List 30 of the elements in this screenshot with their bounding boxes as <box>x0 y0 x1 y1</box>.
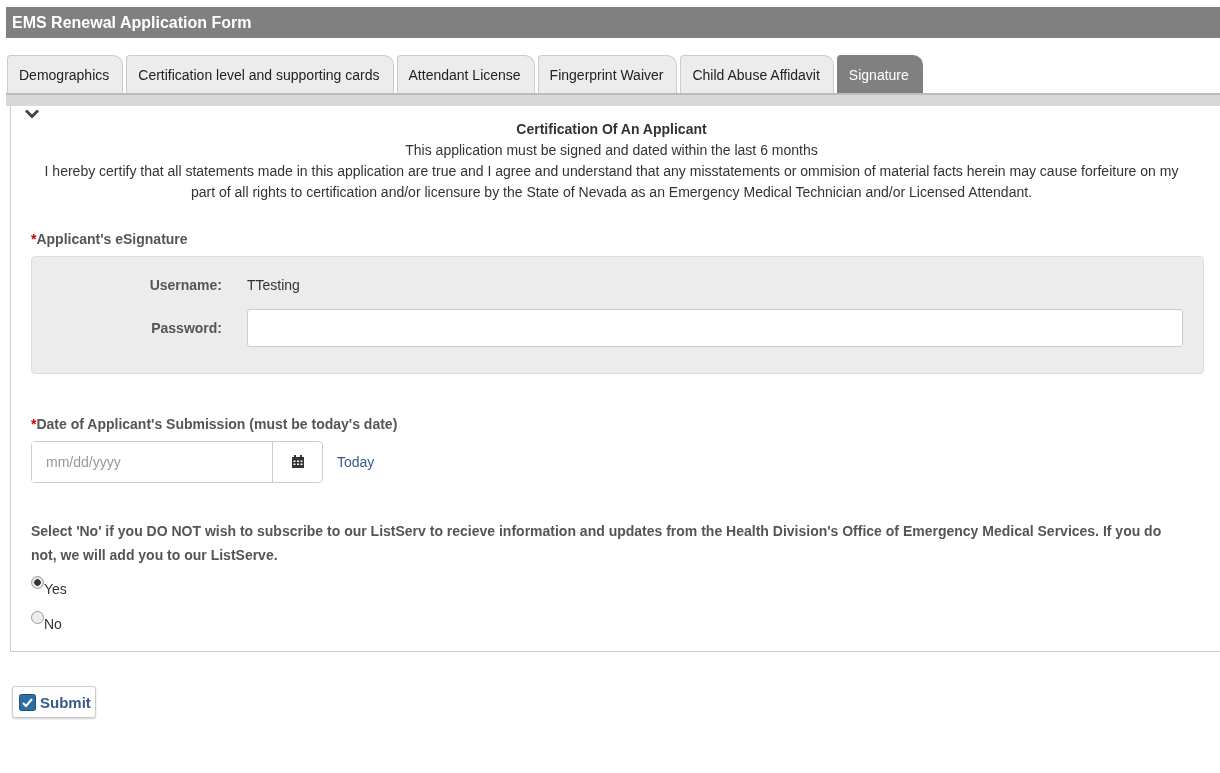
tab[interactable]: Signature <box>836 55 923 93</box>
tab[interactable]: Demographics <box>7 55 124 93</box>
calendar-button[interactable] <box>272 442 322 482</box>
listserv-question: Select 'No' if you DO NOT wish to subscribe to our ListServ to recieve information and updates from the Health Division's Office of Emergency Medical Services. If you do not, we will add you to our ListServe. <box>31 522 1163 565</box>
today-link[interactable]: Today <box>337 454 375 470</box>
calendar-icon <box>290 455 305 469</box>
chevron-down-icon[interactable] <box>25 109 39 119</box>
radio-button[interactable] <box>31 611 44 624</box>
form-title-bar: EMS Renewal Application Form <box>6 7 1220 38</box>
username-value: TTesting <box>247 277 300 293</box>
field-label: Date of Applicant's Submission (must be today's date) <box>36 416 398 432</box>
radio-label: Yes <box>44 580 67 597</box>
radio-label: No <box>44 615 62 632</box>
tab[interactable]: Fingerprint Waiver <box>537 55 678 93</box>
password-field[interactable] <box>247 309 1183 347</box>
field-label: Password: <box>150 320 222 336</box>
required-mark: * <box>31 416 37 432</box>
submit-button[interactable]: Submit <box>12 686 96 718</box>
certification-statement: I hereby certify that all statements made in this application are true and I agree and understand that any misstatements or ommision of material facts herein may cause forfeiture on my part of all rights to certification and/or licensure by the State of Nevada as an Emergency Medical Technician and/or Licensed Attendant. <box>43 162 1180 202</box>
checkbox-icon <box>19 694 36 711</box>
radio-button[interactable] <box>31 576 44 589</box>
tab[interactable]: Child Abuse Affidavit <box>680 55 834 93</box>
section-subheading: This application must be signed and dated within the last 6 months <box>404 141 819 160</box>
field-label: Username: <box>148 277 222 293</box>
tab[interactable]: Attendant License <box>396 55 535 93</box>
section-heading: Certification Of An Applicant <box>515 120 708 139</box>
field-label: Applicant's eSignature <box>36 231 188 247</box>
required-mark: * <box>31 231 37 247</box>
date-picker[interactable]: mm/dd/yyyy <box>31 441 323 483</box>
tab[interactable]: Certification level and supporting cards <box>126 55 394 93</box>
